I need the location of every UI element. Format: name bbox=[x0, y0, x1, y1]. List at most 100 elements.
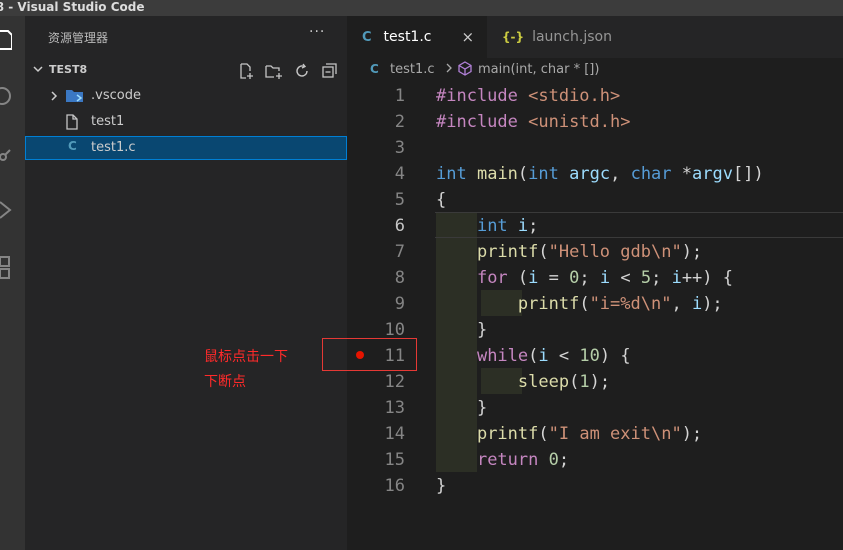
editor-area: C test1.c × {-} launch.json C test1.c ma… bbox=[347, 16, 843, 550]
tab-launch-json[interactable]: {-} launch.json bbox=[487, 16, 635, 58]
code-token: for bbox=[476, 268, 508, 288]
code-line[interactable]: 16} bbox=[347, 472, 843, 498]
tree-item-vscode-folder[interactable]: .vscode bbox=[25, 84, 347, 108]
code-token: main bbox=[476, 164, 518, 184]
breadcrumb: C test1.c main(int, char * []) bbox=[347, 58, 843, 82]
tree-item-test1-c[interactable]: C test1.c bbox=[25, 136, 347, 160]
line-number[interactable]: 2 bbox=[375, 112, 405, 132]
code-line[interactable]: 3 bbox=[347, 134, 843, 160]
line-number[interactable]: 16 bbox=[375, 476, 405, 496]
code-token: = bbox=[538, 268, 570, 288]
code-line[interactable]: 5{ bbox=[347, 186, 843, 212]
code-token: } bbox=[436, 320, 488, 340]
code-line[interactable]: 6 int i; bbox=[347, 212, 843, 238]
code-token: #include bbox=[436, 112, 529, 132]
line-number[interactable]: 13 bbox=[375, 398, 405, 418]
extensions-icon[interactable] bbox=[0, 254, 25, 282]
window-title: t8 - Visual Studio Code bbox=[0, 0, 145, 14]
code-line[interactable]: 7 printf("Hello gdb\n"); bbox=[347, 238, 843, 264]
code-token: ( bbox=[579, 294, 590, 314]
code-token: printf bbox=[517, 294, 580, 314]
json-file-icon: {-} bbox=[502, 30, 525, 44]
code-token: ( bbox=[538, 424, 549, 444]
code-line[interactable]: 4 int main(int argc, char *argv[]) bbox=[347, 160, 843, 186]
code-token: 10 bbox=[579, 346, 600, 366]
run-debug-icon[interactable] bbox=[0, 196, 25, 224]
line-number[interactable]: 3 bbox=[375, 138, 405, 158]
code-token: ( bbox=[528, 346, 539, 366]
new-file-icon[interactable] bbox=[235, 62, 257, 80]
close-icon[interactable]: × bbox=[462, 28, 475, 46]
code-token: return bbox=[476, 450, 539, 470]
c-file-icon: C bbox=[362, 29, 372, 45]
code-line[interactable]: 11 while(i < 10) { bbox=[347, 342, 843, 368]
search-icon[interactable] bbox=[0, 82, 25, 110]
breakpoint-dot[interactable] bbox=[356, 351, 364, 359]
explorer-files-icon[interactable] bbox=[0, 26, 25, 54]
tab-label: test1.c bbox=[383, 29, 432, 45]
line-number[interactable]: 15 bbox=[375, 450, 405, 470]
code-token: 1 bbox=[579, 372, 590, 392]
collapse-all-icon[interactable] bbox=[319, 62, 341, 80]
title-bar: t8 - Visual Studio Code bbox=[0, 0, 843, 16]
new-folder-icon[interactable] bbox=[263, 62, 285, 80]
refresh-icon[interactable] bbox=[291, 62, 313, 80]
code-line[interactable]: 14 printf("I am exit\n"); bbox=[347, 420, 843, 446]
code-token: sleep bbox=[517, 372, 570, 392]
tree-item-test1[interactable]: test1 bbox=[25, 110, 347, 134]
folder-actions bbox=[235, 62, 341, 80]
code-line[interactable]: 9 printf("i=%d\n", i); bbox=[347, 290, 843, 316]
source-control-icon[interactable] bbox=[0, 140, 25, 168]
chevron-right-icon bbox=[49, 90, 59, 106]
line-number[interactable]: 1 bbox=[375, 86, 405, 106]
code-editor[interactable]: 1 #include <stdio.h> 2 #include <unistd.h> 3… bbox=[347, 82, 843, 550]
code-text: printf("Hello gdb\n"); bbox=[436, 242, 702, 262]
c-file-icon: C bbox=[68, 139, 77, 153]
code-token: i bbox=[528, 268, 539, 288]
more-actions-button[interactable]: ··· bbox=[309, 24, 325, 40]
tab-bar: C test1.c × {-} launch.json bbox=[347, 16, 843, 58]
line-number[interactable]: 4 bbox=[375, 164, 405, 184]
code-token: i bbox=[691, 294, 703, 314]
code-text: { bbox=[436, 190, 446, 210]
code-text: int main(int argc, char *argv[]) bbox=[436, 164, 764, 184]
code-line[interactable]: 13 } bbox=[347, 394, 843, 420]
line-number[interactable]: 8 bbox=[375, 268, 405, 288]
code-token: < bbox=[610, 268, 641, 288]
code-line[interactable]: 8 for (i = 0; i < 5; i++) { bbox=[347, 264, 843, 290]
code-line[interactable]: 10 } bbox=[347, 316, 843, 342]
breadcrumb-file[interactable]: test1.c bbox=[390, 62, 435, 77]
tab-test1-c[interactable]: C test1.c × bbox=[347, 16, 487, 58]
line-number[interactable]: 7 bbox=[375, 242, 405, 262]
line-number[interactable]: 5 bbox=[375, 190, 405, 210]
code-line[interactable]: 15 return 0; bbox=[347, 446, 843, 472]
line-number[interactable]: 10 bbox=[375, 320, 405, 340]
code-token: ( bbox=[507, 268, 529, 288]
code-text: } bbox=[436, 476, 446, 496]
line-number[interactable]: 9 bbox=[375, 294, 405, 314]
code-token: char bbox=[630, 164, 672, 184]
line-number[interactable]: 14 bbox=[375, 424, 405, 444]
explorer-title: 资源管理器 bbox=[48, 31, 109, 45]
code-token: int bbox=[476, 216, 508, 236]
code-token: ( bbox=[569, 372, 580, 392]
code-line[interactable]: 1 #include <stdio.h> bbox=[347, 82, 843, 108]
line-number[interactable]: 6 bbox=[375, 216, 405, 236]
line-number[interactable]: 12 bbox=[375, 372, 405, 392]
folder-section-header[interactable]: TEST8 bbox=[25, 60, 347, 82]
code-token: printf bbox=[476, 242, 539, 262]
breadcrumb-symbol[interactable]: main(int, char * []) bbox=[478, 62, 599, 77]
code-token: ); bbox=[702, 294, 723, 314]
code-token: < bbox=[548, 346, 580, 366]
code-text: int i; bbox=[436, 216, 538, 236]
code-line[interactable]: 12 sleep(1); bbox=[347, 368, 843, 394]
code-token: while bbox=[476, 346, 529, 366]
code-line[interactable]: 2 #include <unistd.h> bbox=[347, 108, 843, 134]
code-text: return 0; bbox=[436, 450, 569, 470]
